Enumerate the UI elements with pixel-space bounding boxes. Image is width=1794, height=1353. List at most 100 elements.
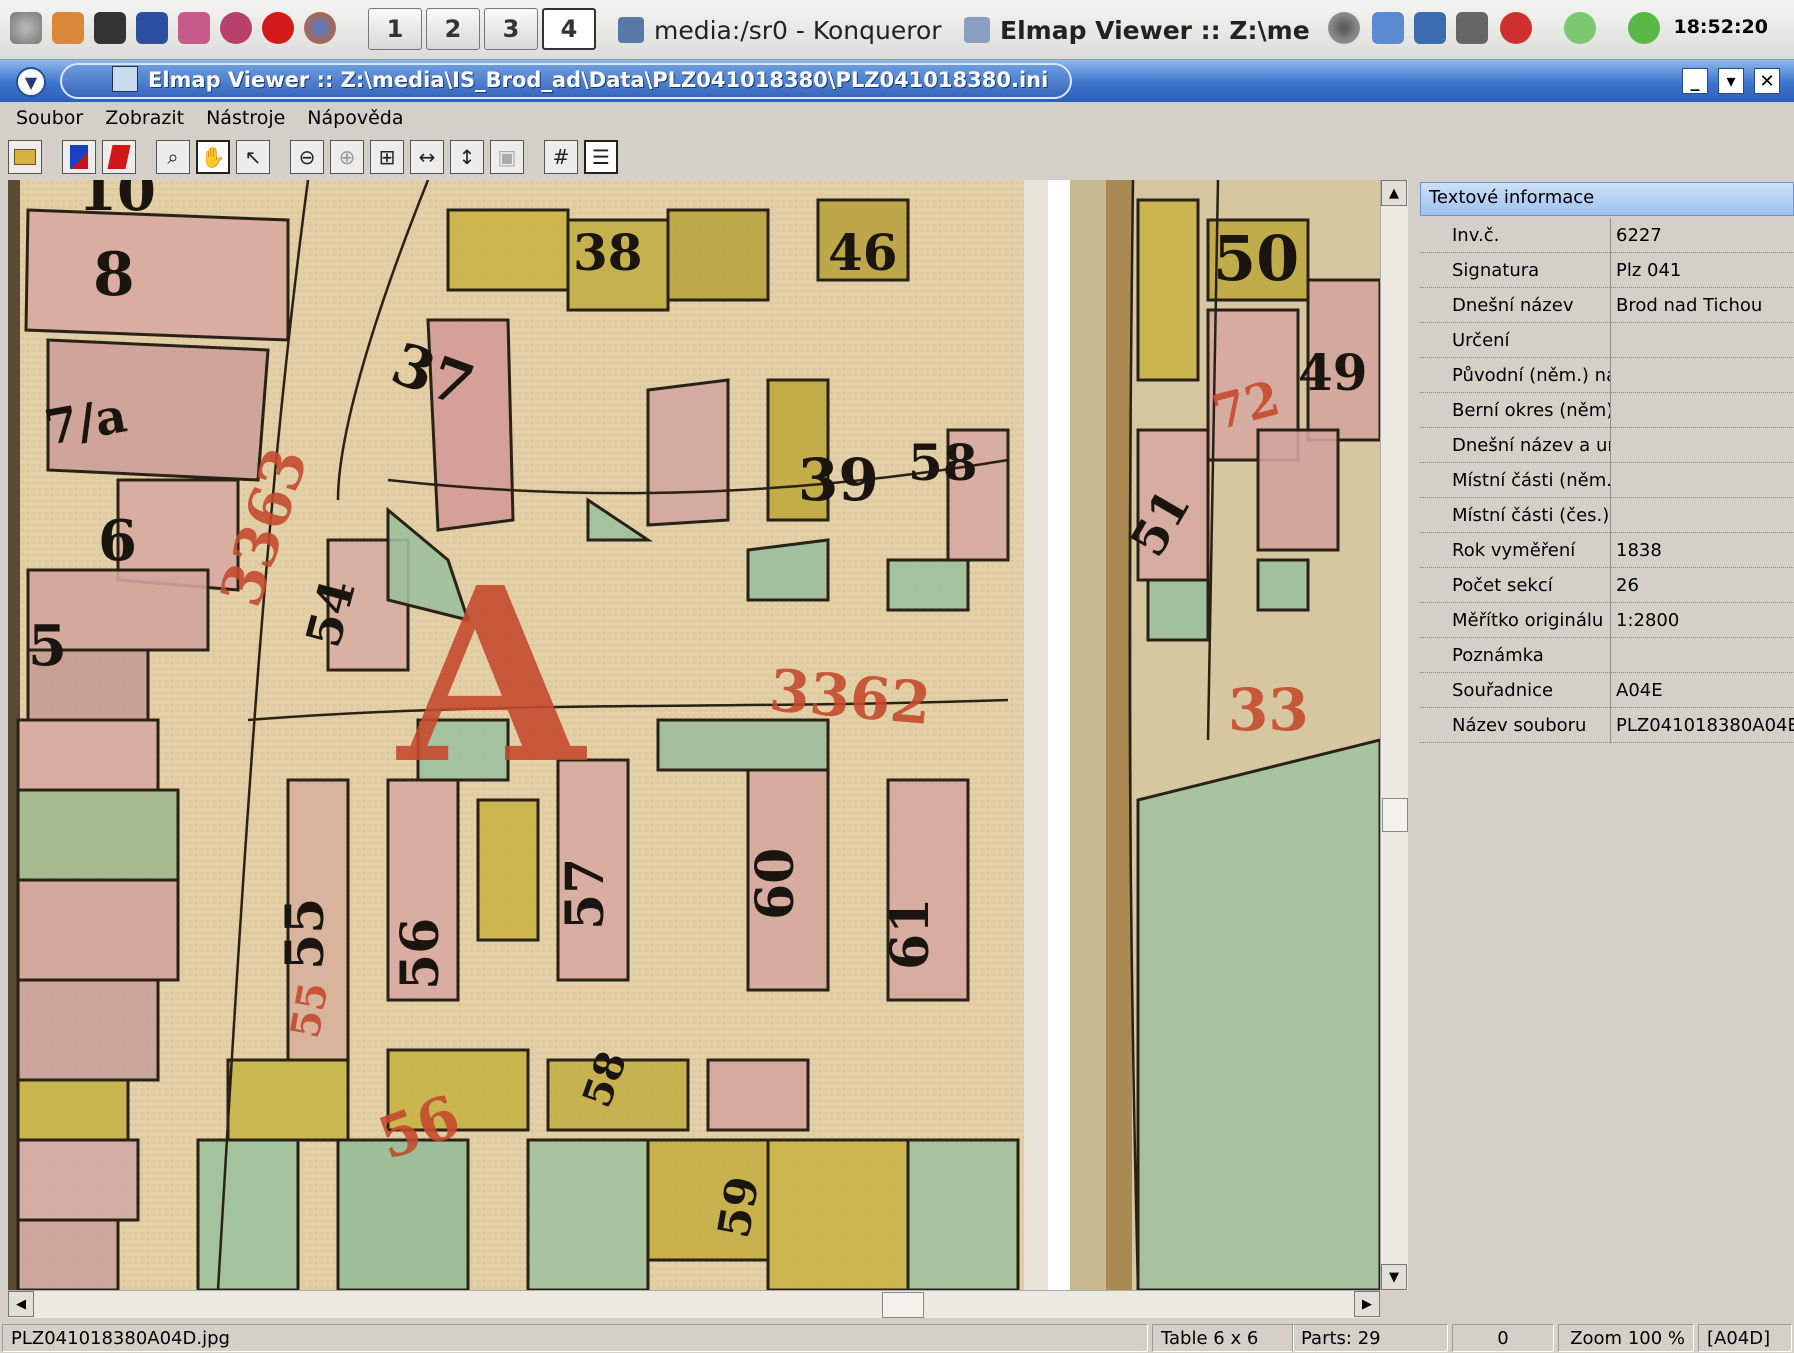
zoom-window-button[interactable]: ⌕ [156,140,190,174]
menu-napoveda[interactable]: Nápověda [307,107,403,129]
info-panel-button[interactable]: ☰ [584,140,618,174]
vertical-scroll-thumb[interactable] [1382,798,1408,832]
mail-icon[interactable] [178,12,210,44]
info-row[interactable]: Počet sekcí 26 [1420,568,1794,603]
grid-button[interactable]: # [544,140,578,174]
fit-width-button[interactable]: ↔ [410,140,444,174]
map-label: 3362 [767,656,934,738]
info-row[interactable]: Souřadnice A04E [1420,673,1794,708]
info-row[interactable]: Berní okres (něm) [1420,393,1794,428]
elmap-icon [964,17,990,43]
blue-color-button[interactable] [62,140,96,174]
desktop-4-button[interactable]: 4 [542,8,596,50]
window-titlebar[interactable]: ▼ Elmap Viewer :: Z:\media\IS_Brod_ad\Da… [0,60,1794,102]
column-divider [1610,603,1611,638]
task-konqueror[interactable]: media:/sr0 - Konqueror [618,8,948,52]
maximize-button[interactable]: ▾ [1718,68,1744,94]
scroll-right-button[interactable]: ▶ [1354,1291,1380,1317]
red-color-button[interactable] [102,140,136,174]
info-value: 1:2800 [1616,610,1680,631]
cadastral-map-image: 10 8 37 38 46 50 49 7/a 6 5 54 39 58 51 … [8,180,1380,1290]
firefox-icon[interactable] [304,12,336,44]
fit-height-button[interactable]: ↕ [450,140,484,174]
kde-menu-icon[interactable] [10,12,42,44]
clock[interactable]: 18:52:20 [1673,16,1768,38]
status-filename: PLZ041018380A04D.jpg [2,1324,1148,1352]
window-menu-button[interactable]: ▼ [16,67,46,97]
info-key: Souřadnice [1452,680,1554,701]
scroll-up-button[interactable]: ▲ [1381,180,1407,206]
info-row[interactable]: Místní části (něm.) [1420,463,1794,498]
opera-icon[interactable] [262,12,294,44]
pan-hand-button[interactable]: ✋ [196,140,230,174]
map-label: 10 [78,180,156,224]
column-divider [1610,568,1611,603]
info-value: 6227 [1616,225,1662,246]
map-label: 55 [275,898,336,970]
minimize-button[interactable]: _ [1682,68,1708,94]
select-pointer-button[interactable]: ↖ [236,140,270,174]
status-coordinate: [A04D] [1698,1324,1792,1352]
info-row[interactable]: Místní části (čes.) [1420,498,1794,533]
menu-soubor[interactable]: Soubor [16,107,83,129]
book-icon[interactable] [136,12,168,44]
zoom-out-button[interactable]: ⊖ [290,140,324,174]
zoom-in-button[interactable]: ⊕ [330,140,364,174]
horizontal-scrollbar[interactable]: ◀ ▶ [8,1290,1380,1318]
info-row[interactable]: Rok vyměření 1838 [1420,533,1794,568]
update-icon[interactable] [1500,12,1532,44]
info-key: Poznámka [1452,645,1544,666]
close-button[interactable]: ✕ [1754,68,1780,94]
info-row[interactable]: Měřítko originálu 1:2800 [1420,603,1794,638]
column-divider [1610,498,1611,533]
info-row[interactable]: Dnešní název a ur [1420,428,1794,463]
info-row[interactable]: Poznámka [1420,638,1794,673]
desktop-1-button[interactable]: 1 [368,8,422,50]
home-icon[interactable] [52,12,84,44]
messenger-icon[interactable] [1628,12,1660,44]
open-folder-button[interactable] [8,140,42,174]
menu-nastroje[interactable]: Nástroje [206,107,285,129]
status-zoom: Zoom 100 % [1558,1324,1694,1352]
chat-icon[interactable] [1564,12,1596,44]
info-row[interactable]: Název souboru PLZ041018380A04E.j [1420,708,1794,743]
monitor-icon[interactable] [1372,12,1404,44]
scroll-down-button[interactable]: ▼ [1381,1264,1407,1290]
task-elmap[interactable]: Elmap Viewer :: Z:\media [964,8,1310,52]
app-icon [112,66,138,92]
map-label: 38 [573,223,643,282]
column-divider [1610,533,1611,568]
info-key: Počet sekcí [1452,575,1553,596]
column-divider [1610,253,1611,288]
info-row[interactable]: Dnešní název Brod nad Tichou [1420,288,1794,323]
map-label: 33 [1228,676,1309,744]
actual-size-button[interactable]: ▣ [490,140,524,174]
task-konqueror-label: media:/sr0 - Konqueror [654,15,942,45]
zoom-out-icon: ⊖ [298,145,316,169]
info-value: Plz 041 [1616,260,1682,281]
fit-all-button[interactable]: ⊞ [370,140,404,174]
desktop-2-button[interactable]: 2 [426,8,480,50]
info-row[interactable]: Původní (něm.) ná [1420,358,1794,393]
browser-icon[interactable] [220,12,252,44]
info-row[interactable]: Určení [1420,323,1794,358]
map-view[interactable]: 10 8 37 38 46 50 49 7/a 6 5 54 39 58 51 … [8,180,1380,1290]
actual-size-icon: ▣ [497,145,517,169]
info-value: 1838 [1616,540,1662,561]
info-row[interactable]: Signatura Plz 041 [1420,253,1794,288]
terminal-icon[interactable] [94,12,126,44]
fit-width-icon: ↔ [418,145,436,169]
map-label: 49 [1298,343,1368,402]
map-label: 50 [1213,222,1299,295]
map-label: 39 [798,446,879,514]
scroll-left-button[interactable]: ◀ [8,1291,34,1317]
info-row[interactable]: Inv.č. 6227 [1420,218,1794,253]
network-icon[interactable] [1414,12,1446,44]
desktop-3-button[interactable]: 3 [484,8,538,50]
panel-header[interactable]: Textové informace [1420,182,1794,216]
menu-zobrazit[interactable]: Zobrazit [105,107,184,129]
printer-icon[interactable] [1456,12,1488,44]
horizontal-scroll-thumb[interactable] [882,1292,924,1318]
vertical-scrollbar[interactable]: ▲ ▼ [1380,180,1408,1290]
volume-icon[interactable] [1328,12,1360,44]
